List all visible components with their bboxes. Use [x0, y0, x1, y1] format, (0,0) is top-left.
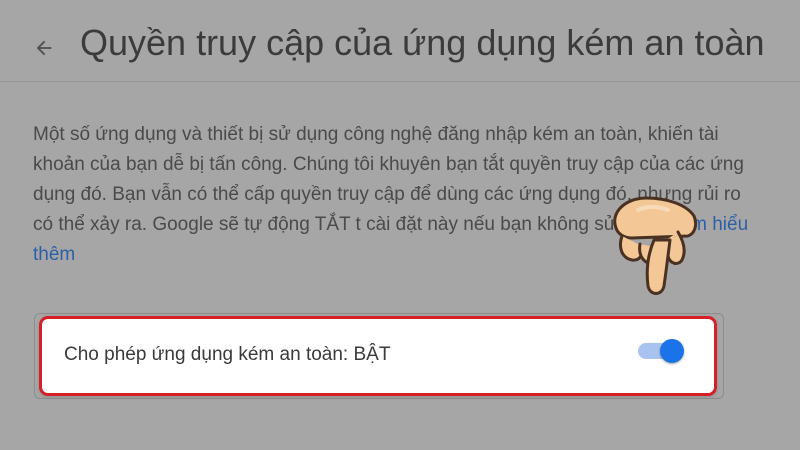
arrow-back-icon: [36, 40, 52, 56]
page-title: Quyền truy cập của ứng dụng kém an toàn: [80, 22, 765, 63]
less-secure-apps-toggle[interactable]: [638, 337, 686, 365]
back-button[interactable]: [28, 32, 60, 64]
page-header: Quyền truy cập của ứng dụng kém an toàn: [0, 0, 800, 82]
toggle-knob: [660, 339, 684, 363]
pointing-hand-icon: [613, 196, 698, 295]
less-secure-apps-label: Cho phép ứng dụng kém an toàn: BẬT: [64, 344, 391, 365]
